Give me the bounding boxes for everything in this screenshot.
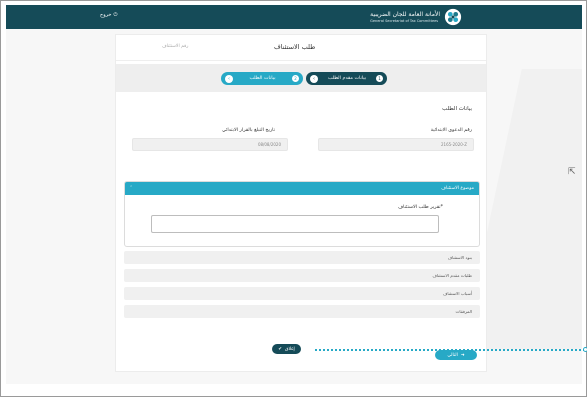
guide-endpoint xyxy=(583,347,587,352)
close-button[interactable]: ✔ إغلاق xyxy=(272,344,301,354)
step-request-data[interactable]: ‹ بيانات الطلب 2 xyxy=(221,72,303,85)
accordion-label: أسباب الاستئناف xyxy=(443,291,472,296)
card-header: طلب الاستئناف رقم الاستئناف xyxy=(116,35,486,61)
chevron-left-icon: ‹ xyxy=(310,74,318,83)
accordion-label: المرفقات xyxy=(455,309,472,314)
step-number: 2 xyxy=(292,75,299,82)
step-number: 1 xyxy=(376,75,383,82)
appeal-subject-panel: ˄ موضوع الاستئناف تقرير طلب الاستئناف* xyxy=(124,181,480,247)
next-button[interactable]: التالي ➜ xyxy=(435,350,477,360)
step-applicant-data[interactable]: ‹ بيانات مقدم الطلب 1 xyxy=(306,72,387,85)
page-title: طلب الاستئناف xyxy=(274,43,316,51)
request-number-label: رقم الاستئناف xyxy=(162,44,189,49)
check-icon: ✔ xyxy=(278,346,282,352)
next-label: التالي xyxy=(447,352,458,358)
brand-text: الأمانة العامة للجان الضريبية General Se… xyxy=(370,11,440,23)
logout-icon: ⏻ xyxy=(113,12,118,18)
appeal-report-input[interactable] xyxy=(151,215,439,233)
appeal-request-card: طلب الاستئناف رقم الاستئناف ‹ بيانات مقد… xyxy=(115,34,487,372)
brand-logo-icon xyxy=(444,8,462,26)
chevron-left-icon: ‹ xyxy=(225,74,233,83)
accordion-appeal-items[interactable]: بنود الاستئناف xyxy=(124,251,480,264)
close-label: إغلاق xyxy=(285,346,295,352)
mouse-cursor-icon: ⇱ xyxy=(568,167,576,177)
accordion-appellant-requests[interactable]: طلبات مقدم الاستئناف xyxy=(124,269,480,282)
brand-name-ar: الأمانة العامة للجان الضريبية xyxy=(370,11,440,18)
logout-link[interactable]: خروج ⏻ xyxy=(100,12,117,18)
accordion-label: بنود الاستئناف xyxy=(447,255,472,260)
wizard-steps: ‹ بيانات مقدم الطلب 1 ‹ بيانات الطلب 2 xyxy=(116,64,486,92)
case-number-field: 2165-2020-Z xyxy=(318,138,474,151)
notify-date-field: 08/08/2020 xyxy=(132,138,288,151)
notify-date-value: 08/08/2020 xyxy=(257,142,281,147)
step-label: بيانات مقدم الطلب xyxy=(327,76,367,81)
accordion-appeal-reasons[interactable]: أسباب الاستئناف xyxy=(124,287,480,300)
notify-date-label: تاريخ التبلغ بالقرار الابتدائي xyxy=(222,128,275,133)
appeal-report-label: تقرير طلب الاستئناف* xyxy=(398,205,443,210)
brand-name-en: General Secretariat of Tax Committees xyxy=(370,19,439,23)
accordion-label: طلبات مقدم الاستئناف xyxy=(432,273,472,278)
logout-label: خروج xyxy=(100,12,112,18)
appeal-subject-heading: موضوع الاستئناف xyxy=(441,186,474,191)
case-number-label: رقم الدعوى الابتدائية xyxy=(430,128,472,133)
dotted-guide-line xyxy=(315,349,587,351)
step-label: بيانات الطلب xyxy=(249,76,276,81)
arrow-left-icon: ➜ xyxy=(460,352,465,358)
chevron-up-icon: ˄ xyxy=(130,186,133,191)
brand[interactable]: الأمانة العامة للجان الضريبية General Se… xyxy=(370,8,462,26)
top-bar: خروج ⏻ الأمانة العامة للجان الضريبية Gen… xyxy=(6,5,582,29)
case-number-value: 2165-2020-Z xyxy=(441,142,467,147)
appeal-subject-header[interactable]: ˄ موضوع الاستئناف xyxy=(125,182,479,195)
section-title: بيانات الطلب xyxy=(442,106,472,112)
window-frame: خروج ⏻ الأمانة العامة للجان الضريبية Gen… xyxy=(0,0,587,397)
accordion-attachments[interactable]: المرفقات xyxy=(124,305,480,318)
